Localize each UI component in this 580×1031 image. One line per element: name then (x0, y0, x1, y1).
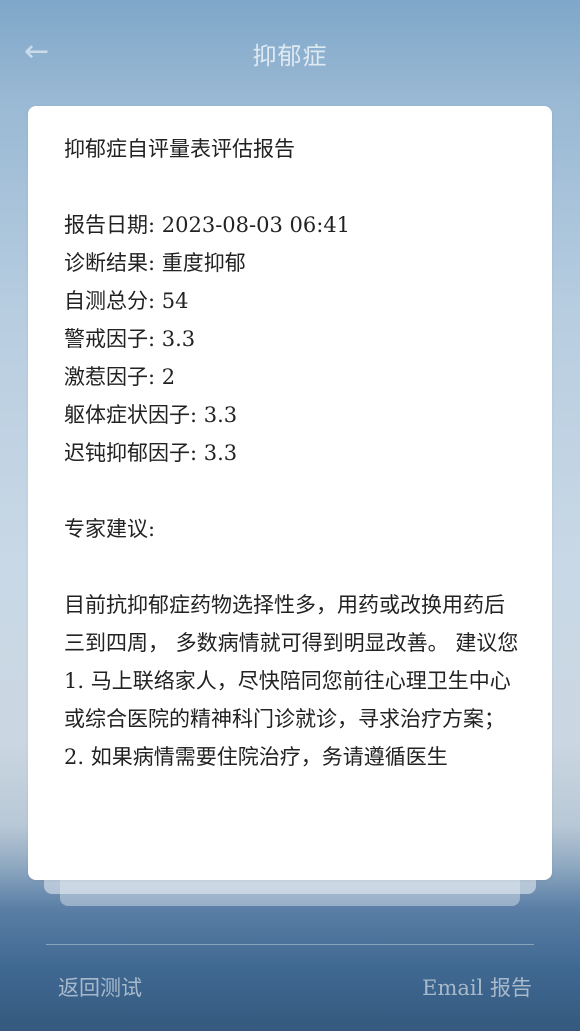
report-date-label: 报告日期: (64, 213, 162, 237)
page-title: 抑郁症 (252, 42, 328, 70)
factor-value: 3.3 (161, 327, 196, 351)
factor-label: 迟钝抑郁因子: (64, 441, 204, 465)
advice-item: 1. 马上联络家人，尽快陪同您前往心理卫生中心或综合医院的精神科门诊就诊，寻求治… (64, 669, 511, 731)
factor-row: 迟钝抑郁因子: 3.3 (64, 434, 524, 472)
total-score-label: 自测总分: (64, 289, 162, 313)
report-date-value: 2023-08-03 06:41 (161, 213, 351, 237)
factor-label: 警戒因子: (64, 327, 162, 351)
report-title: 抑郁症自评量表评估报告 (64, 137, 295, 161)
factor-label: 躯体症状因子: (64, 403, 204, 427)
advice-heading: 专家建议: (64, 517, 156, 541)
diagnosis-value: 重度抑郁 (161, 251, 246, 275)
factor-value: 2 (161, 365, 176, 389)
factor-label: 激惹因子: (64, 365, 162, 389)
factor-value: 3.3 (203, 403, 238, 427)
email-report-button[interactable]: Email 报告 (422, 972, 532, 1002)
advice-item: 2. 如果病情需要住院治疗，务请遵循医生 (64, 745, 448, 769)
factor-row: 警戒因子: 3.3 (64, 320, 524, 358)
diagnosis-label: 诊断结果: (64, 251, 162, 275)
factor-row: 躯体症状因子: 3.3 (64, 396, 524, 434)
factor-value: 3.3 (203, 441, 238, 465)
total-score-row: 自测总分: 54 (64, 282, 524, 320)
factor-row: 激惹因子: 2 (64, 358, 524, 396)
diagnosis-row: 诊断结果: 重度抑郁 (64, 244, 524, 282)
advice-paragraph: 目前抗抑郁症药物选择性多，用药或改换用药后三到四周， 多数病情就可得到明显改善。… (64, 593, 519, 655)
report-card: 抑郁症自评量表评估报告 报告日期: 2023-08-03 06:41 诊断结果:… (28, 106, 552, 880)
retest-button[interactable]: 返回测试 (58, 972, 142, 1002)
report-date-row: 报告日期: 2023-08-03 06:41 (64, 206, 524, 244)
header: ← 抑郁症 (0, 0, 580, 106)
total-score-value: 54 (161, 289, 189, 313)
footer-divider (46, 944, 534, 945)
report-content: 抑郁症自评量表评估报告 报告日期: 2023-08-03 06:41 诊断结果:… (64, 130, 524, 776)
